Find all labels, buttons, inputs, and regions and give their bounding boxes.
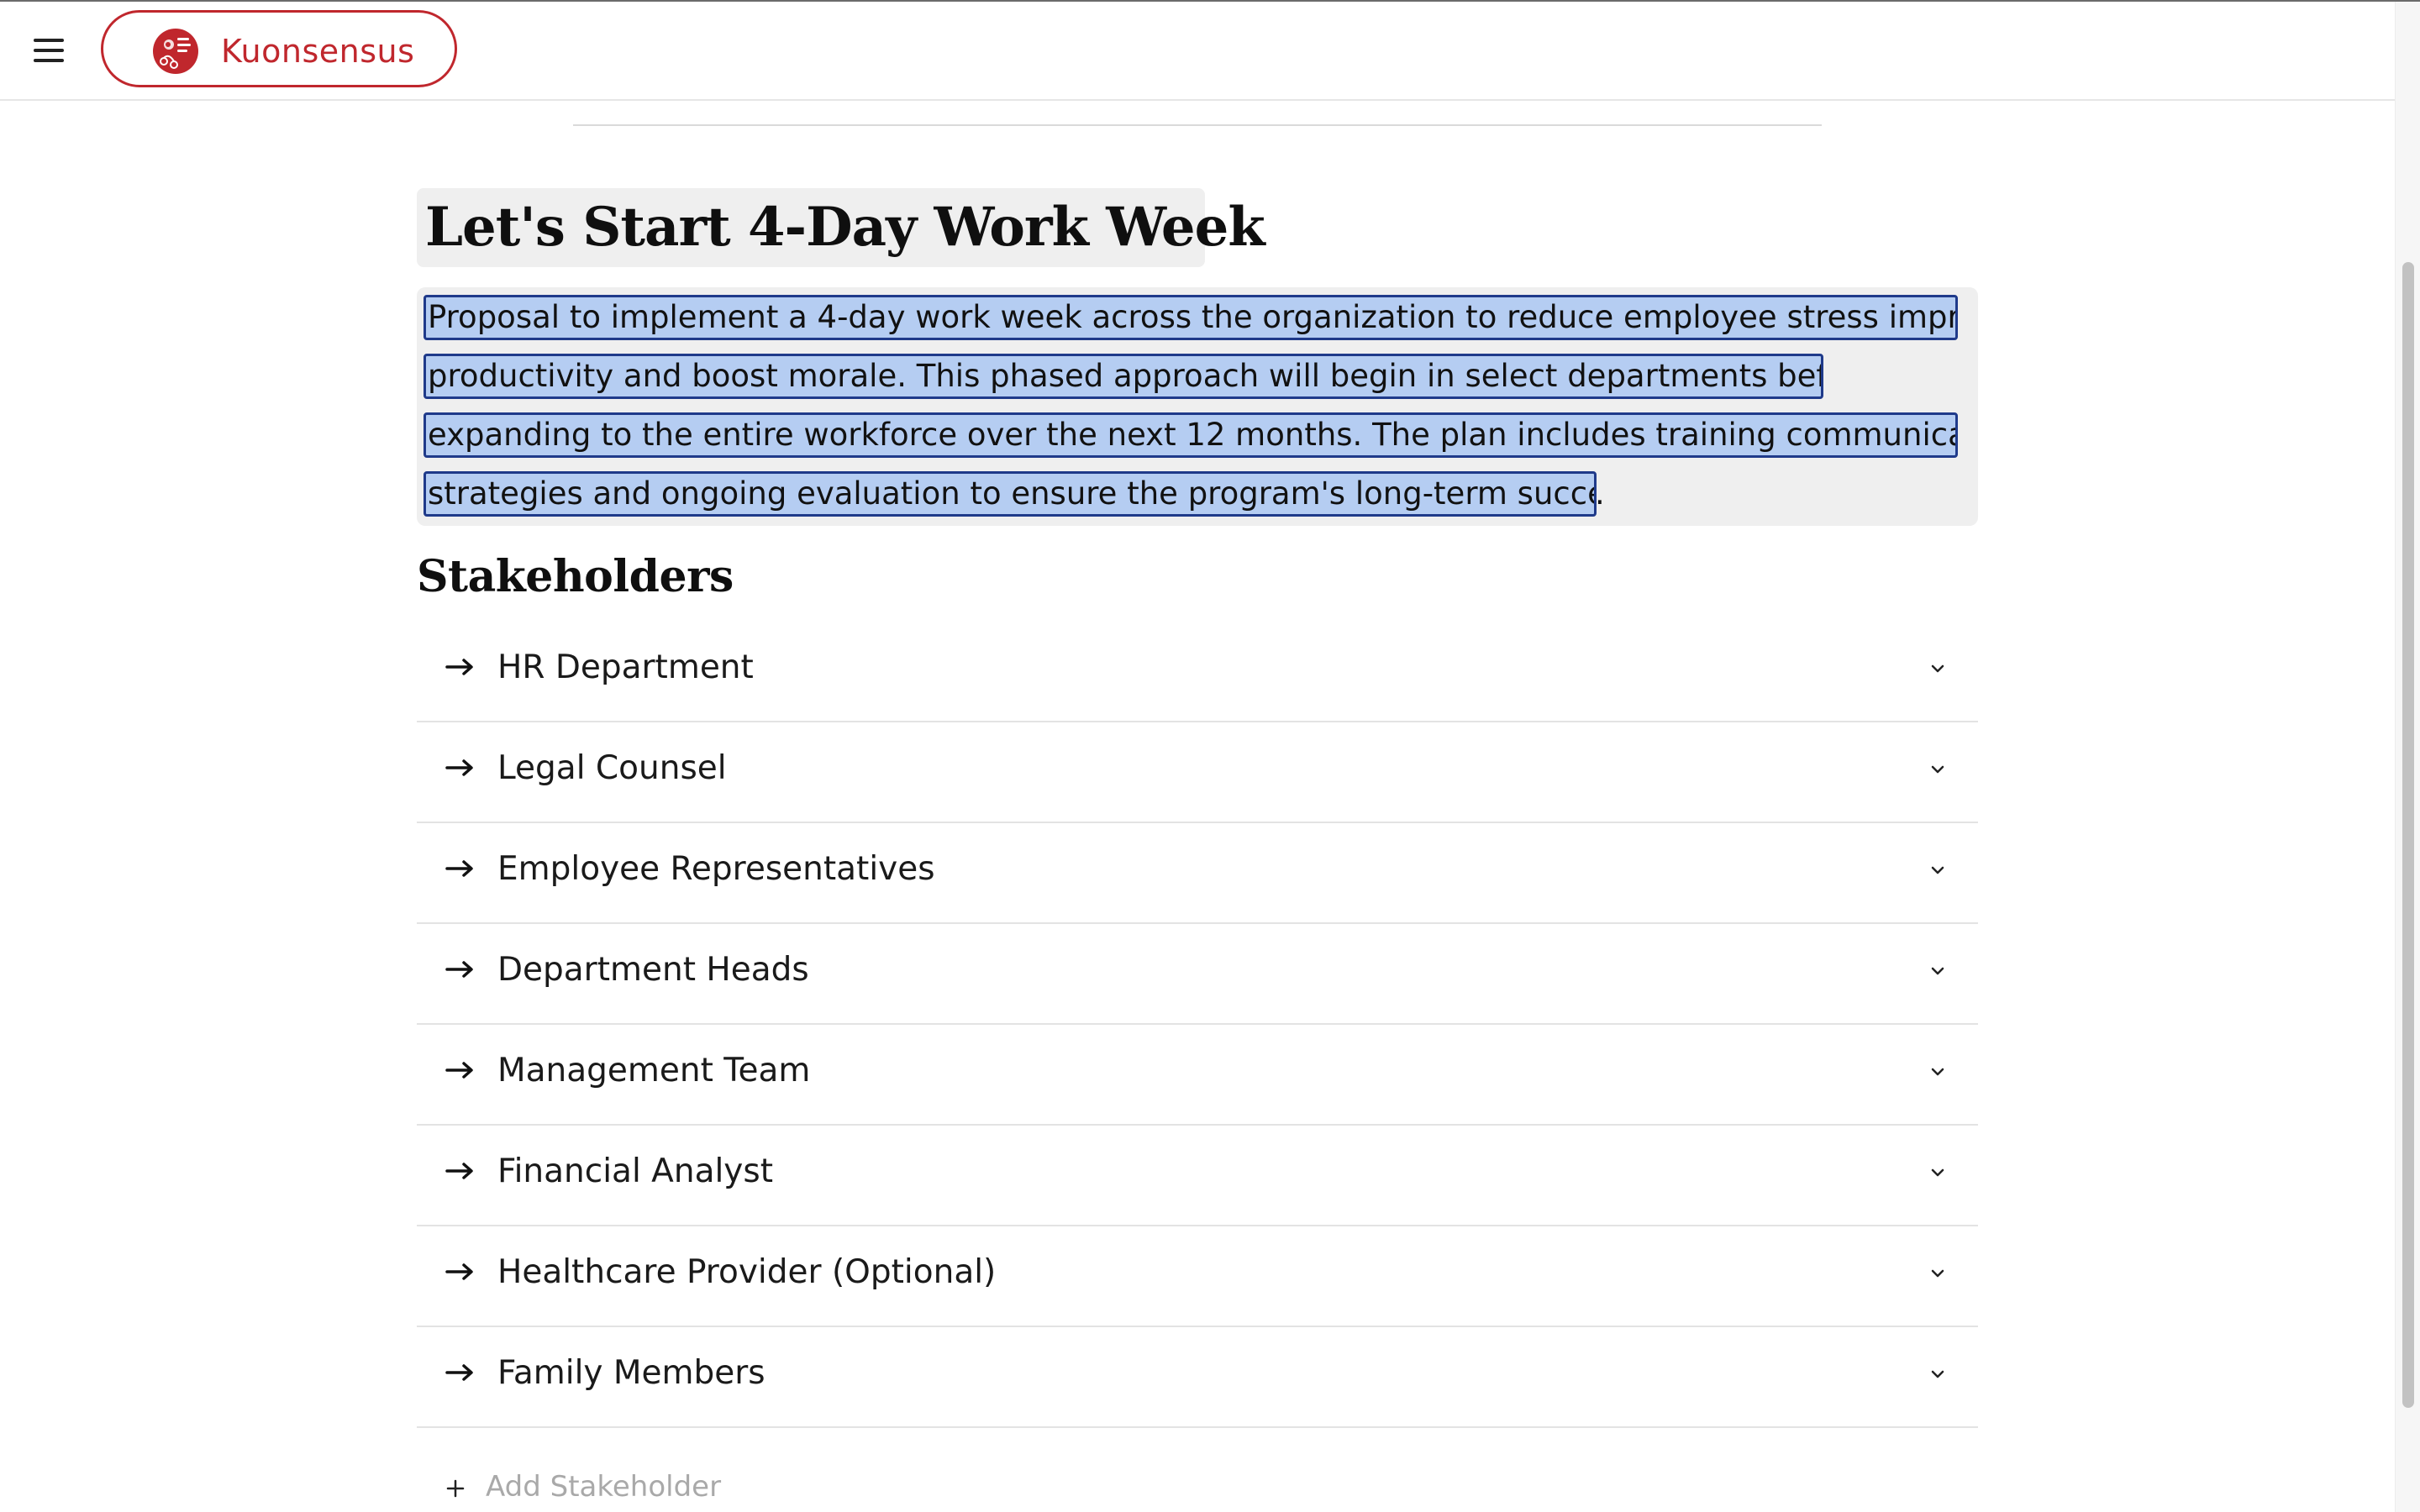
stakeholder-label: Healthcare Provider (Optional) [497,1253,997,1291]
stakeholder-item[interactable]: Department Heads [417,924,1978,1025]
hamburger-menu-icon[interactable] [30,34,71,67]
stakeholder-item[interactable]: HR Department [417,622,1978,722]
add-stakeholder-button[interactable]: Add Stakeholder [417,1463,921,1512]
stakeholder-label: HR Department [497,648,754,686]
stakeholder-label: Management Team [497,1052,811,1089]
stakeholder-label: Financial Analyst [497,1152,773,1190]
add-stakeholder-label: Add Stakeholder [486,1470,722,1504]
stakeholder-label: Department Heads [497,951,809,989]
stakeholder-label: Employee Representatives [497,850,935,888]
arrow-right-icon [445,1163,473,1179]
brand-name: Kuonsensus [221,33,415,70]
arrow-right-icon [445,759,473,776]
arrow-right-icon [445,961,473,978]
stakeholder-label: Legal Counsel [497,749,727,787]
stakeholder-item[interactable]: Family Members [417,1327,1978,1428]
stakeholder-label: Family Members [497,1354,765,1392]
scrollbar-thumb[interactable] [2402,262,2414,1408]
arrow-right-icon [445,1263,473,1280]
arrow-right-icon [445,1062,473,1079]
description-line-selected[interactable]: expanding to the entire workforce over t… [424,412,1958,458]
content-divider [573,124,1822,126]
description-line-selected[interactable]: productivity and boost morale. This phas… [424,354,1823,399]
proposal-title[interactable]: Let's Start 4-Day Work Week [425,188,1265,267]
chevron-down-icon[interactable] [1928,1062,1948,1082]
chevron-down-icon[interactable] [1928,1364,1948,1384]
vertical-scrollbar[interactable] [2395,2,2420,1512]
kuonsensus-logo-icon [153,29,198,74]
description-line-selected[interactable]: strategies and ongoing evaluation to ens… [424,471,1597,517]
chevron-down-icon[interactable] [1928,1163,1948,1183]
chevron-down-icon[interactable] [1928,961,1948,981]
stakeholder-item[interactable]: Management Team [417,1025,1978,1126]
description-tail[interactable]: . [1595,471,1605,517]
app-header: Kuonsensus [0,2,2395,101]
brand-home-button[interactable]: Kuonsensus [101,10,457,87]
chevron-down-icon[interactable] [1928,860,1948,880]
stakeholder-item[interactable]: Healthcare Provider (Optional) [417,1226,1978,1327]
chevron-down-icon[interactable] [1928,1263,1948,1284]
arrow-right-icon [445,659,473,675]
description-line-selected[interactable]: Proposal to implement a 4-day work week … [424,295,1958,340]
stakeholder-item[interactable]: Financial Analyst [417,1126,1978,1226]
arrow-right-icon [445,860,473,877]
chevron-down-icon[interactable] [1928,759,1948,780]
stakeholders-heading: Stakeholders [417,551,734,602]
stakeholder-item[interactable]: Legal Counsel [417,722,1978,823]
stakeholder-item[interactable]: Employee Representatives [417,823,1978,924]
app-window: Kuonsensus Let's Start 4-Day Work Week P… [0,0,2420,1512]
arrow-right-icon [445,1364,473,1381]
plus-icon [446,1479,465,1498]
chevron-down-icon[interactable] [1928,659,1948,679]
stakeholder-list: HR Department Legal Counsel Employee Rep… [417,622,1978,1428]
